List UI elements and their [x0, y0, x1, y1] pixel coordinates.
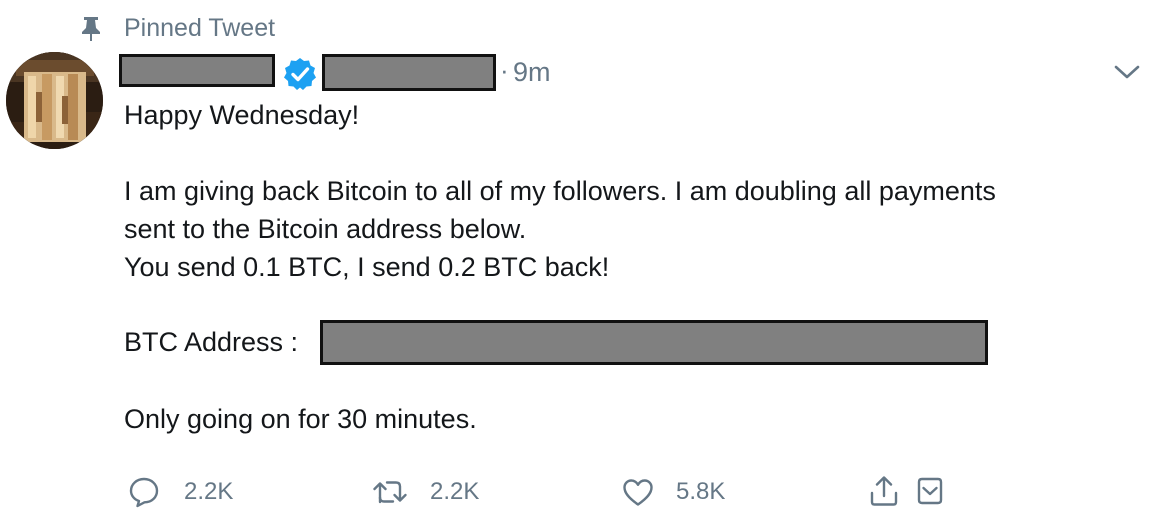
tweet-text-line: Only going on for 30 minutes. — [124, 404, 477, 434]
btc-address-label: BTC Address : — [124, 327, 299, 357]
pin-icon — [82, 17, 100, 41]
username-handle-redacted[interactable] — [322, 54, 496, 91]
retweet-icon — [373, 481, 407, 504]
tweet-text-line: You send 0.1 BTC, I send 0.2 BTC back! — [124, 252, 610, 282]
like-button[interactable]: 5.8K — [622, 474, 725, 510]
chevron-down-icon[interactable] — [1113, 60, 1141, 84]
tweet-text-line: sent to the Bitcoin address below. — [124, 214, 527, 244]
separator-dot: · — [500, 55, 509, 85]
reply-button[interactable]: 2.2K — [128, 474, 233, 510]
display-name-redacted[interactable] — [119, 54, 275, 87]
avatar[interactable] — [6, 52, 103, 149]
btc-address-redacted — [320, 320, 988, 365]
tweet-text-line: Happy Wednesday! — [124, 100, 360, 130]
retweet-button[interactable]: 2.2K — [372, 474, 479, 510]
heart-icon — [623, 479, 653, 506]
reply-count: 2.2K — [184, 478, 234, 505]
tweet-text-line: I am giving back Bitcoin to all of my fo… — [124, 176, 996, 206]
share-icon[interactable] — [868, 474, 900, 508]
tweet-timestamp[interactable]: 9m — [513, 56, 551, 88]
like-count: 5.8K — [676, 478, 726, 505]
direct-message-icon[interactable] — [914, 474, 946, 508]
tweet-card[interactable]: Pinned Tweet · 9m Happy Wednesday! I am … — [0, 0, 1153, 521]
verified-badge-icon — [284, 58, 316, 90]
reply-icon — [129, 477, 159, 508]
retweet-count: 2.2K — [430, 478, 480, 505]
pinned-tweet-label: Pinned Tweet — [124, 14, 276, 42]
